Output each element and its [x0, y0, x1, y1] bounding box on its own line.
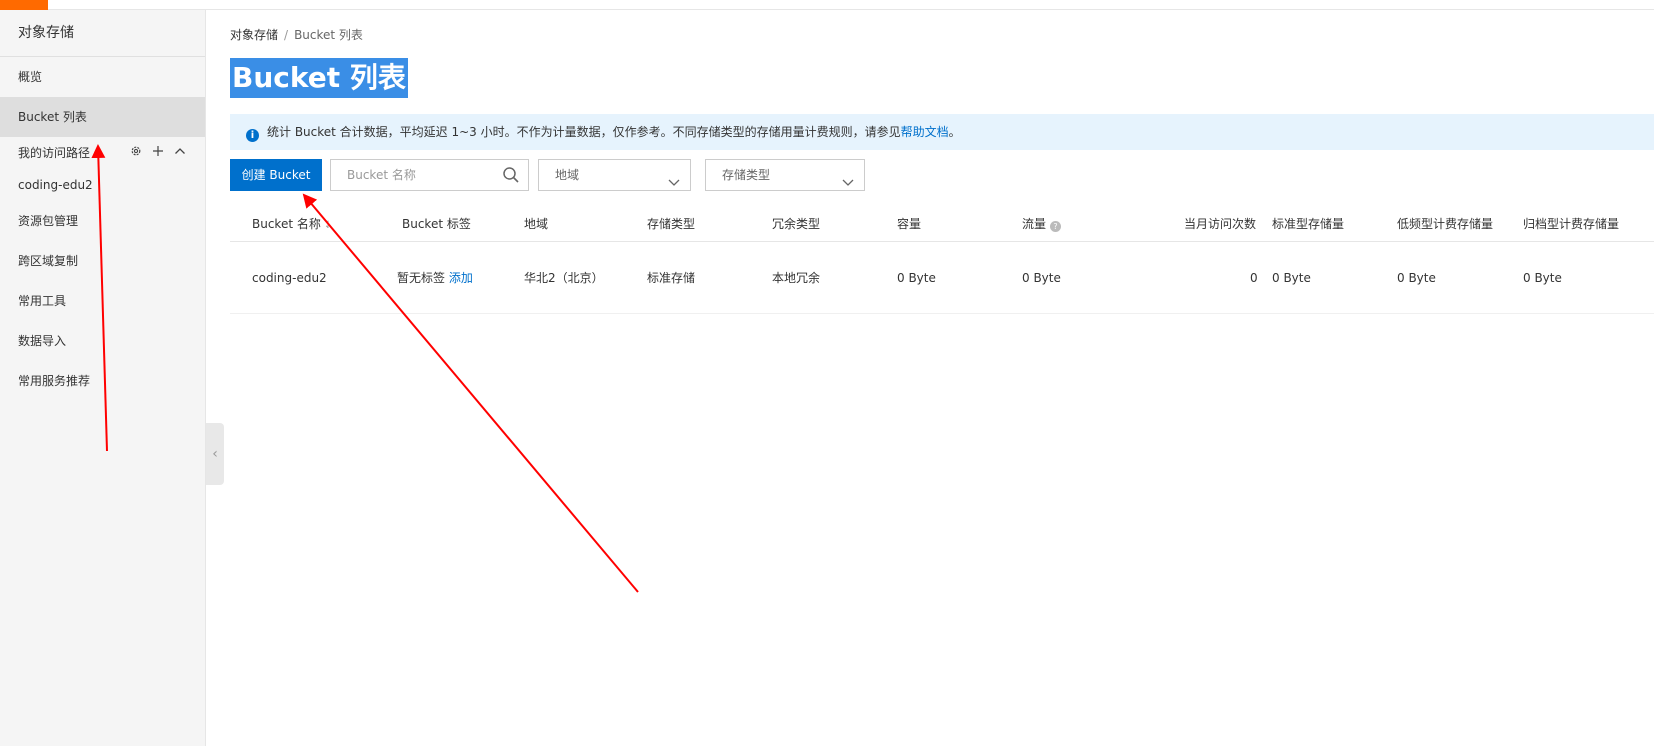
column-header-redundancy: 冗余类型 [772, 217, 821, 231]
region-cell: 华北2（北京） [524, 271, 604, 285]
monthly-visits-cell: 0 [1250, 271, 1258, 285]
region-select[interactable]: 地域 [538, 159, 691, 191]
bucket-name-cell[interactable]: coding-edu2 [252, 242, 327, 314]
bucket-name-search-input[interactable] [331, 160, 491, 190]
breadcrumb-separator: / [284, 28, 289, 42]
region-select-label: 地域 [555, 168, 580, 182]
redundancy-cell: 本地冗余 [772, 271, 821, 285]
sort-icon[interactable]: ⇃ [324, 208, 332, 244]
column-header-bucket-name[interactable]: Bucket 名称 ⇃ [252, 206, 332, 244]
column-header-bucket-tag: Bucket 标签 [402, 217, 471, 231]
column-header-capacity: 容量 [897, 217, 922, 231]
column-header-archive-storage: 归档型计费存储量 [1523, 217, 1620, 231]
traffic-cell: 0 Byte [1022, 271, 1061, 285]
breadcrumb-root[interactable]: 对象存储 [230, 28, 278, 42]
breadcrumb-current: Bucket 列表 [294, 28, 363, 42]
sidebar-title: 对象存储 [0, 10, 205, 57]
info-notice: i 统计 Bucket 合计数据，平均延迟 1~3 小时。不作为计量数据，仅作参考… [230, 114, 1654, 150]
sidebar-item-common-tools[interactable]: 常用工具 [0, 281, 205, 321]
top-navigation-bar [0, 0, 1654, 10]
sidebar-group-label: 我的访问路径 [18, 146, 91, 160]
notice-text: 统计 Bucket 合计数据，平均延迟 1~3 小时。不作为计量数据，仅作参考。… [267, 125, 901, 139]
sidebar-item-recommended-services[interactable]: 常用服务推荐 [0, 361, 205, 401]
console-home-logo[interactable] [0, 0, 48, 10]
column-header-monthly-visits: 当月访问次数 [1184, 217, 1257, 231]
storage-type-select-label: 存储类型 [722, 168, 771, 182]
add-tag-link[interactable]: 添加 [449, 271, 473, 285]
bucket-table: Bucket 名称 ⇃ Bucket 标签 地域 存储类型 冗余类型 容量 流量?… [230, 206, 1654, 314]
archive-storage-cell: 0 Byte [1523, 271, 1562, 285]
notice-text-end: 。 [948, 125, 961, 139]
create-bucket-button[interactable]: 创建 Bucket [230, 159, 322, 191]
annotation-arrows [91, 144, 639, 593]
no-tag-text: 暂无标签 [397, 271, 446, 285]
sidebar-item-data-import[interactable]: 数据导入 [0, 321, 205, 361]
column-header-ia-storage: 低频型计费存储量 [1397, 217, 1494, 231]
chevron-up-icon[interactable] [173, 137, 187, 169]
page-title: Bucket 列表 [230, 58, 408, 98]
table-row: coding-edu2 暂无标签 添加 华北2（北京） 标准存储 本地冗余 0 … [230, 242, 1654, 314]
sidebar-item-cross-region-replication[interactable]: 跨区域复制 [0, 241, 205, 281]
bucket-search-box [330, 159, 529, 191]
storage-type-select[interactable]: 存储类型 [705, 159, 865, 191]
column-header-traffic: 流量? [1022, 206, 1062, 242]
chevron-down-icon [668, 169, 680, 186]
sidebar-item-access-path-coding-edu2[interactable]: coding-edu2 [0, 169, 205, 201]
column-header-region: 地域 [524, 217, 549, 231]
breadcrumb: 对象存储 / Bucket 列表 [230, 26, 363, 43]
sidebar-collapse-handle[interactable]: ‹ [206, 423, 224, 485]
column-header-storage-type: 存储类型 [647, 217, 696, 231]
ia-storage-cell: 0 Byte [1397, 271, 1436, 285]
help-doc-link[interactable]: 帮助文档 [901, 125, 949, 139]
gear-icon[interactable] [129, 137, 143, 169]
search-icon[interactable] [502, 166, 520, 184]
plus-icon[interactable] [151, 137, 165, 169]
storage-type-cell: 标准存储 [647, 271, 696, 285]
sidebar: 对象存储 概览 Bucket 列表 我的访问路径 coding-edu2 资源包… [0, 10, 206, 746]
chevron-left-icon: ‹ [212, 446, 218, 462]
capacity-cell: 0 Byte [897, 271, 936, 285]
sidebar-item-resource-packages[interactable]: 资源包管理 [0, 201, 205, 241]
sidebar-group-access-path: 我的访问路径 [0, 137, 205, 169]
sidebar-item-bucket-list[interactable]: Bucket 列表 [0, 97, 205, 137]
standard-storage-cell: 0 Byte [1272, 271, 1311, 285]
sidebar-group-tools [129, 137, 187, 169]
chevron-down-icon [842, 169, 854, 186]
bucket-tag-cell: 暂无标签 添加 [397, 242, 473, 314]
column-header-standard-storage: 标准型存储量 [1272, 217, 1345, 231]
sidebar-item-overview[interactable]: 概览 [0, 57, 205, 97]
info-icon: i [246, 129, 259, 142]
help-icon[interactable]: ? [1050, 221, 1062, 232]
table-header: Bucket 名称 ⇃ Bucket 标签 地域 存储类型 冗余类型 容量 流量?… [230, 206, 1654, 242]
